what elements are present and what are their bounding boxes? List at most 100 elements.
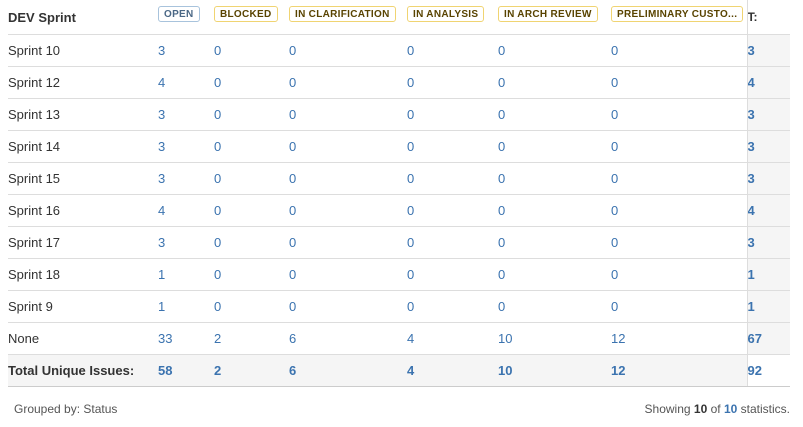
count-link[interactable]: 0 — [498, 66, 611, 99]
count-link[interactable]: 0 — [498, 290, 611, 323]
count-link[interactable]: 1 — [158, 258, 214, 291]
count-link[interactable]: 0 — [289, 290, 407, 323]
count-link[interactable]: 4 — [407, 322, 498, 355]
grouped-by-info: Grouped by: Status — [14, 402, 117, 416]
count-link[interactable]: 0 — [498, 226, 611, 259]
count-link[interactable]: 2 — [214, 322, 289, 355]
status-badge-blocked[interactable]: BLOCKED — [214, 6, 278, 23]
column-header-preliminary-customer[interactable]: PRELIMINARY CUSTO... — [611, 0, 747, 35]
count-link[interactable]: 0 — [407, 66, 498, 99]
count-link[interactable]: 0 — [407, 258, 498, 291]
count-link[interactable]: 10 — [498, 322, 611, 355]
column-header-in-arch-review[interactable]: IN ARCH REVIEW — [498, 0, 611, 35]
count-link[interactable]: 3 — [158, 98, 214, 131]
status-badge-in-arch-review[interactable]: IN ARCH REVIEW — [498, 6, 598, 23]
count-link[interactable]: 0 — [611, 226, 747, 259]
column-header-in-clarification[interactable]: IN CLARIFICATION — [289, 0, 407, 35]
column-header-open[interactable]: OPEN — [158, 0, 214, 35]
row-total-link[interactable]: 1 — [746, 290, 790, 323]
count-link[interactable]: 0 — [611, 66, 747, 99]
count-link[interactable]: 1 — [158, 290, 214, 323]
column-total-link[interactable]: 2 — [214, 354, 289, 387]
count-link[interactable]: 0 — [407, 194, 498, 227]
count-link[interactable]: 0 — [611, 34, 747, 67]
status-badge-open[interactable]: OPEN — [158, 6, 200, 23]
count-link[interactable]: 0 — [498, 98, 611, 131]
count-link[interactable]: 0 — [289, 130, 407, 163]
count-link[interactable]: 0 — [498, 34, 611, 67]
count-link[interactable]: 0 — [289, 258, 407, 291]
count-link[interactable]: 0 — [214, 162, 289, 195]
row-total-link[interactable]: 4 — [746, 66, 790, 99]
column-total-link[interactable]: 12 — [611, 354, 747, 387]
count-link[interactable]: 0 — [611, 194, 747, 227]
count-link[interactable]: 33 — [158, 322, 214, 355]
table-row: Sprint 18 1 0 0 0 0 0 1 — [8, 258, 790, 291]
count-link[interactable]: 0 — [498, 130, 611, 163]
row-total-link[interactable]: 3 — [746, 226, 790, 259]
showing-count-info: Showing 10 of 10 statistics. — [645, 402, 790, 416]
count-link[interactable]: 0 — [214, 194, 289, 227]
count-link[interactable]: 6 — [289, 322, 407, 355]
column-header-in-analysis[interactable]: IN ANALYSIS — [407, 0, 498, 35]
grand-total-link[interactable]: 92 — [746, 354, 790, 387]
count-link[interactable]: 0 — [214, 98, 289, 131]
row-total-link[interactable]: 1 — [746, 258, 790, 291]
count-link[interactable]: 4 — [158, 194, 214, 227]
row-total-link[interactable]: 3 — [746, 98, 790, 131]
table-row: Sprint 12 4 0 0 0 0 0 4 — [8, 66, 790, 99]
count-link[interactable]: 0 — [611, 130, 747, 163]
column-total-link[interactable]: 58 — [158, 354, 214, 387]
count-link[interactable]: 0 — [214, 290, 289, 323]
count-link[interactable]: 0 — [407, 226, 498, 259]
column-header-blocked[interactable]: BLOCKED — [214, 0, 289, 35]
count-link[interactable]: 3 — [158, 130, 214, 163]
count-link[interactable]: 3 — [158, 226, 214, 259]
row-label: None — [8, 322, 158, 355]
count-link[interactable]: 0 — [498, 162, 611, 195]
count-link[interactable]: 0 — [407, 34, 498, 67]
status-badge-in-analysis[interactable]: IN ANALYSIS — [407, 6, 485, 23]
count-link[interactable]: 0 — [611, 162, 747, 195]
count-link[interactable]: 0 — [611, 98, 747, 131]
count-link[interactable]: 0 — [289, 66, 407, 99]
count-link[interactable]: 3 — [158, 162, 214, 195]
count-link[interactable]: 0 — [498, 194, 611, 227]
table-row: Sprint 14 3 0 0 0 0 0 3 — [8, 130, 790, 163]
count-link[interactable]: 0 — [407, 290, 498, 323]
table-row: Sprint 10 3 0 0 0 0 0 3 — [8, 34, 790, 67]
count-link[interactable]: 0 — [611, 258, 747, 291]
row-total-link[interactable]: 3 — [746, 130, 790, 163]
count-link[interactable]: 0 — [289, 194, 407, 227]
count-link[interactable]: 0 — [289, 34, 407, 67]
count-link[interactable]: 12 — [611, 322, 747, 355]
total-count-link[interactable]: 10 — [724, 402, 737, 416]
count-link[interactable]: 0 — [214, 130, 289, 163]
table-row: None 33 2 6 4 10 12 67 — [8, 322, 790, 355]
count-link[interactable]: 0 — [289, 98, 407, 131]
row-label: Sprint 9 — [8, 290, 158, 323]
column-total-link[interactable]: 6 — [289, 354, 407, 387]
count-link[interactable]: 0 — [407, 130, 498, 163]
count-link[interactable]: 0 — [214, 66, 289, 99]
count-link[interactable]: 0 — [611, 290, 747, 323]
row-group-header[interactable]: DEV Sprint — [8, 0, 158, 35]
row-total-link[interactable]: 3 — [746, 34, 790, 67]
count-link[interactable]: 4 — [158, 66, 214, 99]
status-badge-preliminary-customer[interactable]: PRELIMINARY CUSTO... — [611, 6, 744, 23]
column-total-link[interactable]: 4 — [407, 354, 498, 387]
count-link[interactable]: 3 — [158, 34, 214, 67]
column-total-link[interactable]: 10 — [498, 354, 611, 387]
count-link[interactable]: 0 — [289, 162, 407, 195]
count-link[interactable]: 0 — [214, 34, 289, 67]
row-total-link[interactable]: 67 — [746, 322, 790, 355]
count-link[interactable]: 0 — [289, 226, 407, 259]
status-badge-in-clarification[interactable]: IN CLARIFICATION — [289, 6, 396, 23]
count-link[interactable]: 0 — [407, 162, 498, 195]
count-link[interactable]: 0 — [498, 258, 611, 291]
count-link[interactable]: 0 — [214, 258, 289, 291]
row-total-link[interactable]: 4 — [746, 194, 790, 227]
count-link[interactable]: 0 — [214, 226, 289, 259]
count-link[interactable]: 0 — [407, 98, 498, 131]
row-total-link[interactable]: 3 — [746, 162, 790, 195]
